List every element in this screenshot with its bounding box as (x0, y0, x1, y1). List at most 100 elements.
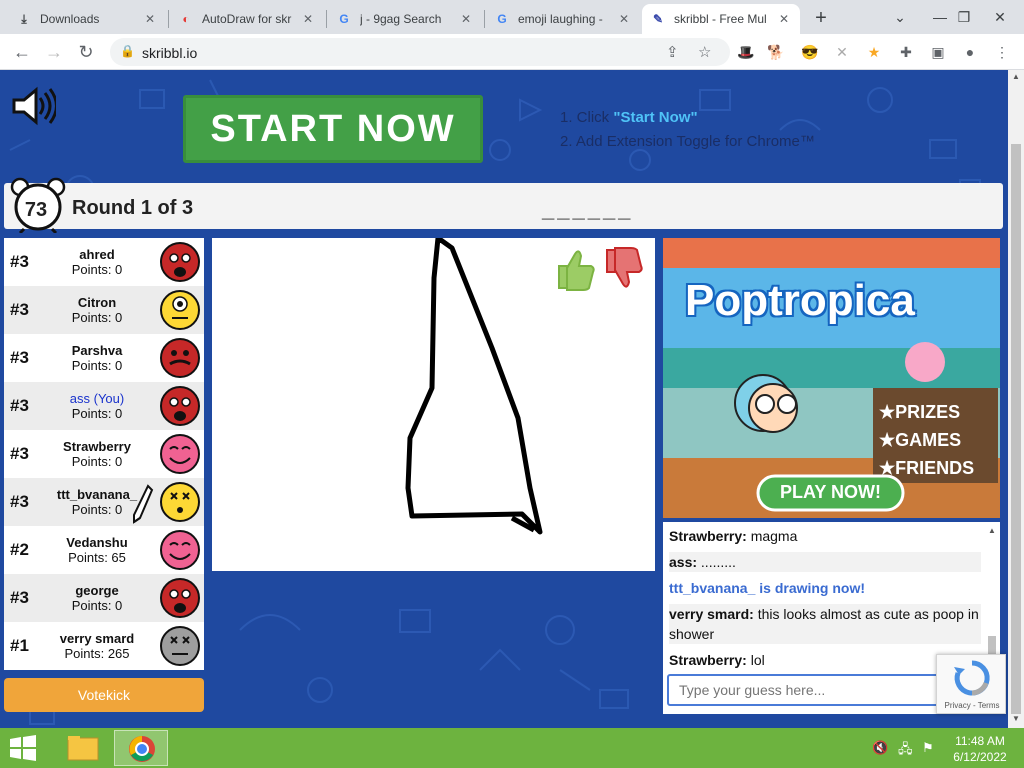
extension-cross-icon[interactable]: ✕ (832, 42, 852, 62)
scroll-up-icon[interactable]: ▲ (986, 526, 998, 535)
guess-input[interactable] (667, 674, 947, 706)
windows-taskbar: 🔇 🖧 ⚑ 11:48 AM 6/12/2022 (0, 728, 1024, 768)
votekick-button[interactable]: Votekick (4, 678, 204, 712)
network-icon[interactable]: 🖧 (898, 740, 913, 762)
tab-autodraw[interactable]: ◐ AutoDraw for skr ✕ (170, 4, 324, 34)
tab-separator (326, 10, 327, 28)
extension-hat-icon[interactable]: 🎩 (736, 42, 756, 62)
player-name: george (75, 583, 119, 598)
extension-star-icon[interactable]: ★ (864, 42, 884, 62)
player-row[interactable]: #2 Vedanshu Points: 65 (4, 526, 204, 574)
speaker-icon[interactable] (10, 86, 56, 126)
extensions-puzzle-icon[interactable]: ✚ (896, 42, 916, 62)
player-row[interactable]: #3 ass (You) Points: 0 (4, 382, 204, 430)
player-row[interactable]: #3 ttt_bvanana_ Points: 0 (4, 478, 204, 526)
forward-button[interactable]: → (40, 38, 68, 66)
tab-separator (484, 10, 485, 28)
tab-downloads[interactable]: ⤓ Downloads ✕ (8, 4, 166, 34)
extension-face-icon[interactable]: 😎 (800, 42, 820, 62)
thumbs-up-icon[interactable] (553, 246, 595, 292)
tab-label: emoji laughing - (518, 12, 603, 26)
chat-text: magma (746, 528, 798, 544)
word-hint: ______ (542, 197, 634, 222)
back-button[interactable]: ← (8, 38, 36, 66)
chrome-taskbar-button[interactable] (114, 730, 168, 766)
extension-dog-icon[interactable]: 🐕 (766, 42, 786, 62)
browser-toolbar: ← → ↻ 🔒 skribbl.io ⇪ ☆ 🎩 🐕 😎 ✕ ★ ✚ ▣ ● ⋮ (0, 34, 1024, 70)
chat-author: Strawberry: (669, 528, 747, 544)
tab-emoji-search[interactable]: G emoji laughing - ✕ (486, 4, 640, 34)
clock-time: 11:48 AM (955, 734, 1005, 748)
ad-prizes: ★PRIZES (879, 402, 961, 422)
drawing-canvas[interactable] (212, 238, 655, 571)
skribbl-page: START NOW 1. Click "Start Now" 2. Add Ex… (0, 70, 1008, 728)
recaptcha-label[interactable]: Privacy - Terms (939, 701, 1005, 710)
recaptcha-icon (954, 660, 990, 696)
chat-system-message: ttt_bvanana_ is drawing now! (669, 580, 866, 596)
start-now-link[interactable]: "Start Now" (613, 109, 697, 126)
bookmark-star-icon[interactable]: ☆ (698, 43, 711, 61)
player-points: Points: 65 (68, 550, 126, 565)
scroll-up-icon[interactable]: ▲ (1011, 72, 1021, 82)
volume-muted-icon[interactable]: 🔇 (872, 740, 888, 756)
player-points: Points: 0 (71, 598, 123, 613)
player-row[interactable]: #1 verry smard Points: 265 (4, 622, 204, 670)
step-2: 2. Add Extension Toggle for Chrome™ (560, 133, 815, 150)
tab-search-button[interactable]: ⌄ (880, 0, 920, 34)
player-name: ass (You) (69, 391, 125, 406)
close-icon[interactable]: ✕ (458, 12, 474, 26)
player-row[interactable]: #3 Citron Points: 0 (4, 286, 204, 334)
chat-message: ass: ......... (669, 552, 981, 572)
close-icon[interactable]: ✕ (142, 12, 158, 26)
chrome-icon (129, 736, 155, 762)
tab-label: Downloads (40, 12, 100, 26)
recaptcha-badge[interactable]: Privacy - Terms (936, 654, 1006, 714)
share-icon[interactable]: ⇪ (666, 43, 679, 61)
player-name: verry smard (59, 631, 135, 646)
chat-message: Strawberry: magma (669, 526, 981, 546)
ad-friends: ★FRIENDS (879, 458, 975, 478)
menu-icon[interactable]: ⋮ (992, 42, 1012, 62)
player-row[interactable]: #3 george Points: 0 (4, 574, 204, 622)
google-icon: G (339, 12, 349, 26)
player-points: Points: 265 (64, 646, 130, 661)
thumbs-down-icon[interactable] (601, 246, 643, 292)
player-row[interactable]: #3 Parshva Points: 0 (4, 334, 204, 382)
player-row[interactable]: #3 Strawberry Points: 0 (4, 430, 204, 478)
pencil-icon (133, 484, 154, 524)
profile-icon[interactable]: ● (960, 42, 980, 62)
player-name: Vedanshu (66, 535, 128, 550)
close-icon[interactable]: ✕ (776, 12, 792, 26)
page-scrollbar[interactable]: ▲ ▼ (1008, 70, 1024, 728)
player-avatar (160, 242, 200, 282)
player-avatar (160, 434, 200, 474)
reload-button[interactable]: ↻ (72, 38, 100, 66)
restore-button[interactable]: ❐ (944, 0, 984, 34)
start-now-button[interactable]: START NOW (183, 95, 483, 163)
action-center-flag-icon[interactable]: ⚑ (922, 740, 934, 756)
ad-play-button[interactable]: PLAY NOW! (758, 482, 903, 503)
player-avatar (160, 386, 200, 426)
system-clock[interactable]: 11:48 AM 6/12/2022 (948, 733, 1012, 765)
address-bar[interactable]: 🔒 skribbl.io ⇪ ☆ (110, 38, 730, 66)
player-avatar (160, 530, 200, 570)
player-rank: #3 (10, 252, 29, 271)
tab-9gag-search[interactable]: G j - 9gag Search ✕ (328, 4, 482, 34)
close-icon[interactable]: ✕ (616, 12, 632, 26)
close-window-button[interactable]: ✕ (980, 0, 1020, 34)
side-panel-icon[interactable]: ▣ (928, 42, 948, 62)
page-scroll-thumb[interactable] (1011, 144, 1021, 714)
close-icon[interactable]: ✕ (300, 12, 316, 26)
clock-date: 6/12/2022 (953, 750, 1007, 764)
autodraw-icon: ◐ (182, 12, 190, 26)
player-row[interactable]: #3 ahred Points: 0 (4, 238, 204, 286)
chat-author: Strawberry: (669, 652, 747, 668)
file-explorer-taskbar-button[interactable] (56, 730, 110, 766)
player-points: Points: 0 (71, 310, 123, 325)
tab-skribbl[interactable]: ✎ skribbl - Free Mul ✕ (642, 4, 800, 34)
new-tab-button[interactable]: + (808, 6, 834, 32)
windows-start-icon[interactable] (8, 734, 38, 762)
scroll-down-icon[interactable]: ▼ (1011, 714, 1021, 724)
player-rank: #3 (10, 492, 29, 511)
poptropica-ad[interactable]: Poptropica ★PRIZES ★GAMES ★FRIENDS PLAY … (663, 238, 1000, 518)
